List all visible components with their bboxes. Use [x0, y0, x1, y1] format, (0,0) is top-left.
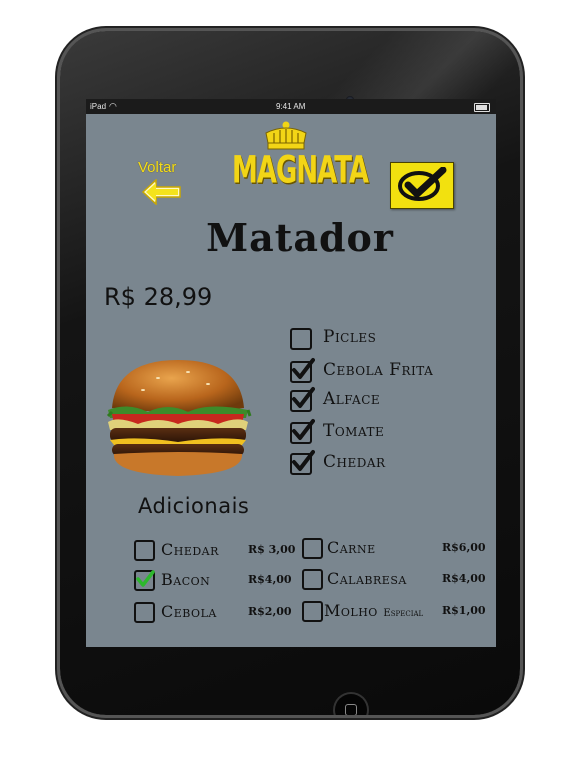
- addon-checkbox[interactable]: [134, 602, 155, 623]
- addon-label-text: Bacon: [161, 570, 211, 589]
- burger-image: [106, 360, 252, 476]
- wifi-icon: ◠: [109, 101, 117, 111]
- product-title: Matador: [206, 215, 394, 260]
- check-mark-icon: [292, 387, 315, 408]
- arrow-left-icon: [142, 179, 181, 205]
- addon-label: Molho Especial: [324, 601, 423, 620]
- carrier-label: iPad: [90, 102, 107, 111]
- status-bar: iPad ◠ 9:41 AM: [86, 99, 496, 114]
- brand-wordmark: MAGNATA: [232, 149, 369, 193]
- home-square-icon: [345, 704, 357, 715]
- ingredient-label: Chedar: [323, 452, 386, 472]
- addon-label-text: Chedar: [161, 540, 219, 559]
- addon-label: Chedar: [161, 540, 219, 559]
- check-mark-icon: [292, 419, 315, 440]
- addon-price: R$6,00: [442, 541, 486, 554]
- addon-label-text: Molho: [324, 601, 378, 620]
- confirm-button[interactable]: [390, 162, 454, 209]
- addons-title: Adicionais: [138, 494, 250, 518]
- addon-checkbox[interactable]: [302, 569, 323, 590]
- ingredient-checkbox[interactable]: [290, 328, 312, 350]
- addon-label: Cebola: [161, 602, 217, 621]
- addon-label: Bacon: [161, 570, 210, 589]
- crown-icon: [265, 121, 307, 150]
- check-mark-icon: [292, 450, 315, 471]
- addon-checkbox[interactable]: [302, 601, 323, 622]
- home-button[interactable]: [335, 694, 367, 715]
- addon-label-text: Calabresa: [327, 569, 407, 588]
- ingredient-label: Alface: [323, 389, 381, 409]
- check-mark-icon: [292, 358, 315, 379]
- addon-label-text: Carne: [327, 538, 376, 557]
- addon-price: R$1,00: [442, 604, 486, 617]
- addon-price: R$ 3,00: [248, 543, 296, 556]
- addon-price: R$2,00: [248, 605, 292, 618]
- app-screen: iPad ◠ 9:41 AM Voltar MAGNATA Matador R$…: [86, 99, 496, 647]
- addon-label-suffix: Especial: [383, 608, 424, 619]
- back-button[interactable]: Voltar: [138, 157, 198, 207]
- status-time: 9:41 AM: [276, 102, 306, 111]
- ingredient-label: Tomate: [323, 421, 385, 441]
- addon-label: Carne: [327, 538, 376, 557]
- addon-price: R$4,00: [442, 572, 486, 585]
- addon-price: R$4,00: [248, 573, 292, 586]
- brand-logo: MAGNATA: [232, 119, 369, 203]
- addon-label-text: Cebola: [161, 602, 217, 621]
- back-label: Voltar: [138, 159, 177, 176]
- checkmark-icon: [398, 167, 447, 201]
- addon-checkbox[interactable]: [134, 540, 155, 561]
- addon-label: Calabresa: [327, 569, 407, 588]
- product-price: R$ 28,99: [104, 283, 213, 311]
- addon-checkbox[interactable]: [302, 538, 323, 559]
- ingredient-label: Picles: [323, 327, 377, 347]
- battery-icon: [474, 103, 490, 112]
- ingredient-label: Cebola Frita: [323, 360, 434, 380]
- green-check-icon: [136, 570, 155, 587]
